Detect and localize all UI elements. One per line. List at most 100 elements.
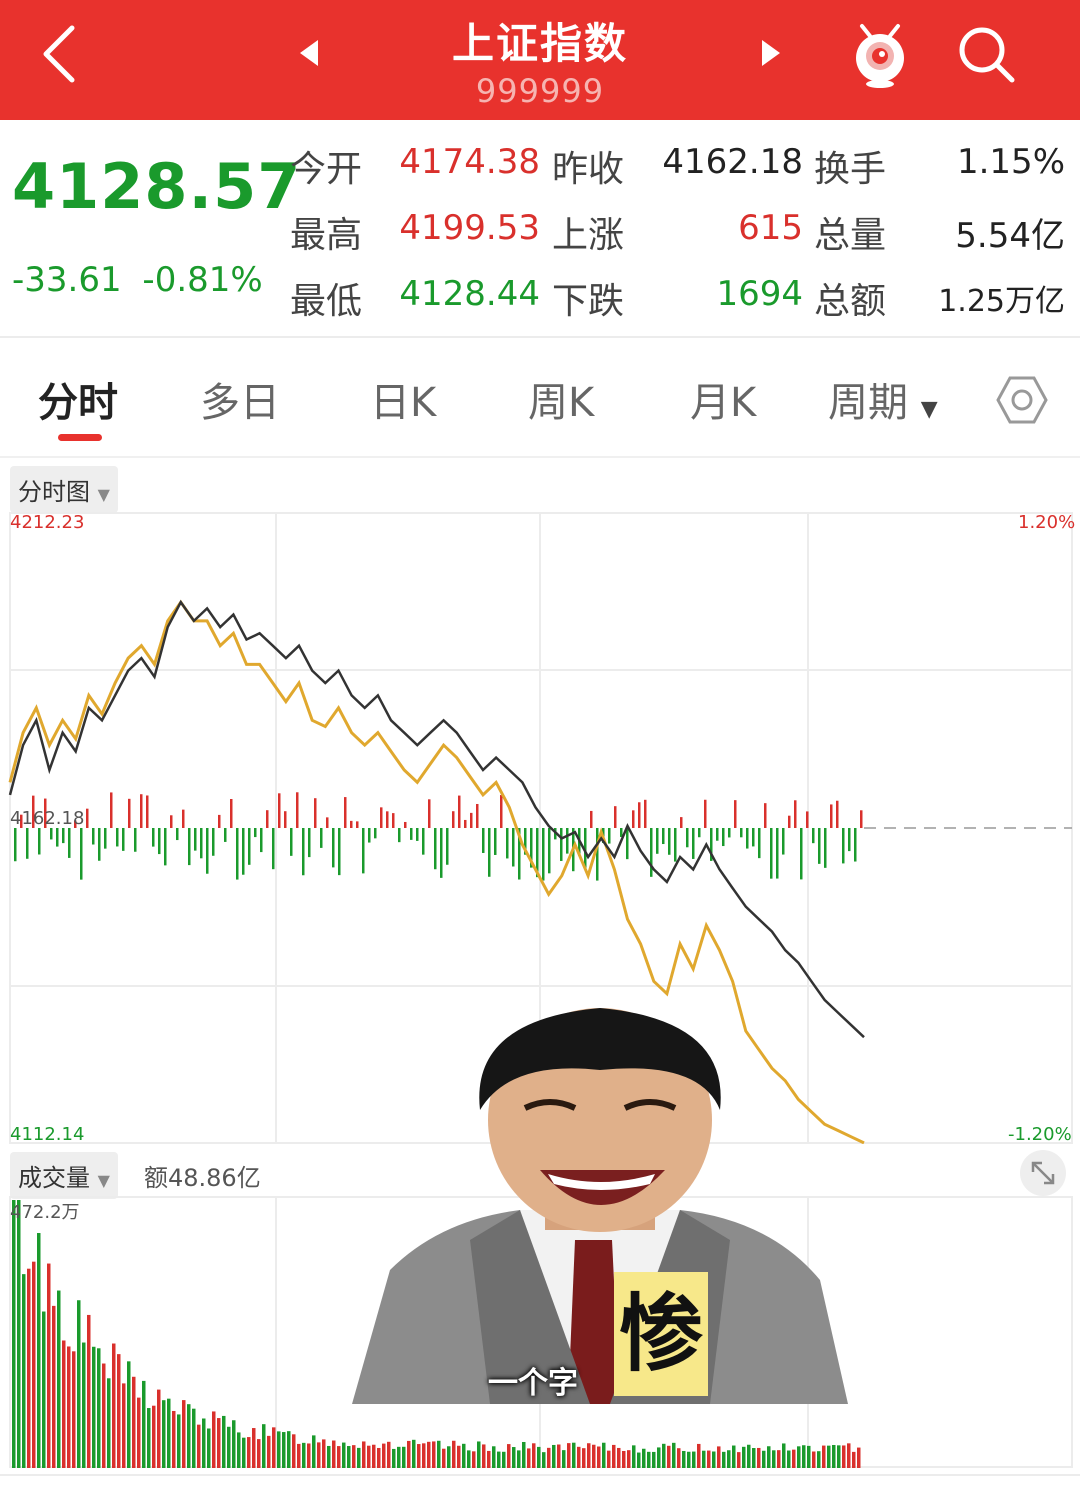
strength-bar — [794, 800, 797, 828]
strength-bar — [356, 821, 359, 828]
strength-bar — [92, 828, 95, 845]
volume-bar — [497, 1451, 501, 1468]
strength-bar — [248, 828, 251, 865]
volume-bar — [237, 1432, 241, 1468]
tab-multi-day[interactable]: 多日 — [200, 370, 280, 428]
volume-bar — [632, 1445, 636, 1468]
y-axis-max: 4212.23 — [10, 512, 85, 533]
next-arrow-icon[interactable] — [758, 38, 782, 68]
change-value: -33.61 — [12, 260, 122, 300]
volume-bar — [827, 1445, 831, 1468]
volume-bar — [327, 1445, 331, 1468]
volume-bar — [127, 1361, 131, 1468]
strength-bar — [254, 828, 257, 838]
strength-bar — [830, 804, 833, 828]
volume-bar — [87, 1314, 91, 1468]
volume-bar — [512, 1447, 516, 1468]
volume-bar — [132, 1376, 136, 1468]
value-advancers: 615 — [738, 208, 803, 248]
volume-bar — [757, 1447, 761, 1468]
strength-bar — [488, 828, 491, 877]
strength-bar — [104, 828, 107, 849]
volume-bar — [832, 1444, 836, 1468]
volume-bar — [37, 1233, 41, 1468]
meme-sticker — [352, 1008, 848, 1404]
volume-bar — [452, 1440, 456, 1468]
volume-bar — [702, 1450, 706, 1468]
strength-bar — [182, 809, 185, 828]
volume-bar — [817, 1451, 821, 1468]
volume-bar — [247, 1437, 251, 1468]
strength-bar — [560, 828, 563, 861]
volume-bar — [442, 1448, 446, 1468]
tab-weekly-k[interactable]: 周K — [528, 370, 594, 428]
search-icon[interactable] — [954, 22, 1018, 86]
volume-bar — [857, 1447, 861, 1468]
tab-active-indicator — [58, 434, 102, 441]
volume-bar — [202, 1418, 206, 1468]
volume-bar — [332, 1440, 336, 1468]
volume-bar — [432, 1441, 436, 1468]
volume-bar — [392, 1448, 396, 1468]
strength-bar — [308, 828, 311, 858]
tab-intraday[interactable]: 分时 — [38, 370, 118, 428]
volume-bar — [122, 1383, 126, 1468]
strength-bar — [428, 799, 431, 828]
expand-icon — [1031, 1161, 1055, 1185]
strength-bar — [62, 828, 65, 844]
volume-bar — [292, 1434, 296, 1468]
chart-type-selector[interactable]: 分时图 ▼ — [10, 466, 118, 513]
pct-axis-max: 1.20% — [1018, 512, 1076, 533]
volume-bar — [472, 1451, 476, 1468]
pct-axis-min: -1.20% — [1008, 1124, 1072, 1145]
tab-daily-k[interactable]: 日K — [370, 370, 436, 428]
volume-bar — [97, 1348, 101, 1468]
value-low: 4128.44 — [399, 274, 540, 314]
volume-bar — [347, 1446, 351, 1468]
volume-bar — [502, 1451, 506, 1468]
header-bar: 上证指数 999999 — [0, 0, 1080, 120]
stock-code: 999999 — [475, 72, 605, 110]
volume-bar — [422, 1443, 426, 1468]
volume-bar — [522, 1441, 526, 1468]
strength-bar — [848, 828, 851, 852]
volume-bar — [192, 1408, 196, 1468]
label-high: 最高 — [290, 215, 363, 256]
volume-bar — [697, 1443, 701, 1468]
mascot-icon[interactable] — [848, 18, 912, 90]
volume-bar — [762, 1450, 766, 1468]
strength-bar — [272, 828, 275, 870]
volume-bar — [17, 1200, 21, 1468]
volume-bar — [277, 1431, 281, 1468]
settings-hexagon-icon[interactable] — [996, 374, 1048, 426]
volume-bar — [642, 1448, 646, 1468]
label-decliners: 下跌 — [552, 281, 625, 322]
volume-bar — [112, 1343, 116, 1468]
strength-bar — [152, 828, 155, 847]
volume-bar — [82, 1342, 86, 1468]
tab-period-dropdown[interactable]: 周期 ▼ — [828, 370, 938, 428]
volume-bar — [597, 1446, 601, 1468]
strength-bar — [824, 828, 827, 868]
strength-bar — [764, 803, 767, 828]
strength-bar — [812, 828, 815, 844]
strength-bar — [302, 828, 305, 876]
strength-bar — [806, 811, 809, 828]
volume-bar — [742, 1446, 746, 1468]
strength-bar — [362, 828, 365, 874]
volume-selector[interactable]: 成交量 ▼ — [10, 1152, 118, 1199]
volume-bar — [187, 1404, 191, 1468]
strength-bar — [656, 828, 659, 854]
volume-bar — [107, 1378, 111, 1468]
strength-bar — [164, 828, 167, 866]
volume-bar — [172, 1410, 176, 1468]
volume-bar — [427, 1441, 431, 1468]
volume-bar — [737, 1452, 741, 1468]
strength-bar — [140, 794, 143, 828]
quote-panel: 4128.57 -33.61 -0.81% 今开 4174.38 昨收 4162… — [0, 120, 1080, 338]
volume-bar — [257, 1439, 261, 1468]
tab-monthly-k[interactable]: 月K — [690, 370, 756, 428]
volume-bar — [217, 1418, 221, 1468]
expand-chart-button[interactable] — [1020, 1150, 1066, 1196]
volume-bar — [397, 1446, 401, 1468]
